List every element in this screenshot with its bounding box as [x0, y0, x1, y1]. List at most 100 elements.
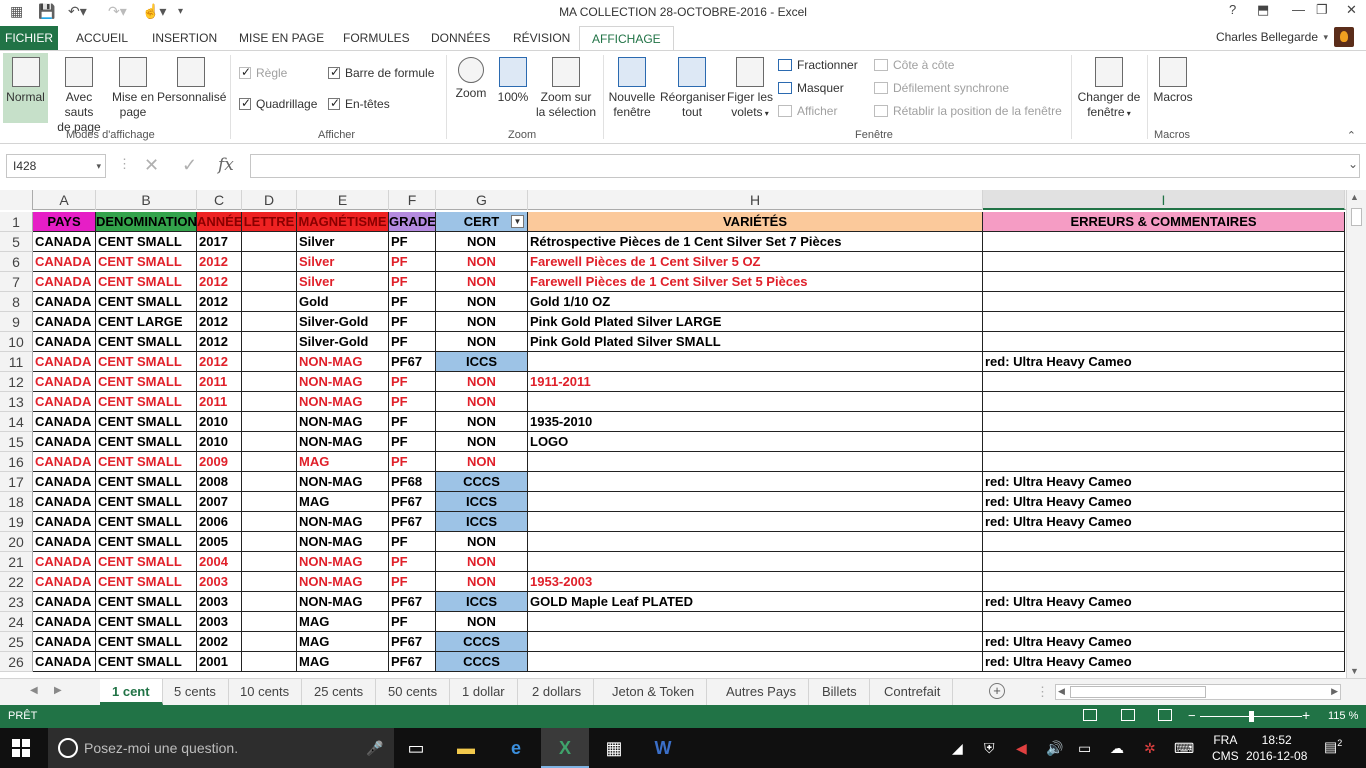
row-header[interactable]: 21 — [0, 552, 33, 572]
antivirus-icon[interactable]: ✲ — [1144, 740, 1156, 757]
cell-erreurs[interactable] — [983, 612, 1345, 632]
cell-varietes[interactable] — [528, 632, 983, 652]
cell-pays[interactable]: CANADA — [33, 532, 96, 552]
cell-varietes[interactable] — [528, 452, 983, 472]
cell-erreurs[interactable] — [983, 432, 1345, 452]
cell-annee[interactable]: 2012 — [197, 352, 242, 372]
cell-magnetisme[interactable]: Silver-Gold — [297, 312, 389, 332]
minimize-button[interactable]: — — [1292, 2, 1305, 17]
cortana-search-box[interactable]: Posez-moi une question. 🎤 — [48, 728, 394, 768]
cell-denomination[interactable]: CENT SMALL — [96, 372, 197, 392]
cell-annee[interactable]: 2012 — [197, 272, 242, 292]
cell-cert[interactable]: NON — [436, 412, 528, 432]
cell-varietes[interactable] — [528, 532, 983, 552]
microphone-icon[interactable]: 🎤 — [366, 740, 383, 757]
cell-lettre[interactable] — [242, 492, 297, 512]
cell-pays[interactable]: CANADA — [33, 612, 96, 632]
tab-fichier[interactable]: FICHIER — [0, 26, 58, 50]
cell-magnetisme[interactable]: NON-MAG — [297, 552, 389, 572]
reset-window-position-button[interactable]: Rétablir la position de la fenêtre — [874, 104, 1062, 118]
row-header[interactable]: 5 — [0, 232, 33, 252]
cell-erreurs[interactable] — [983, 312, 1345, 332]
cell-lettre[interactable] — [242, 632, 297, 652]
tab-affichage[interactable]: AFFICHAGE — [579, 26, 674, 51]
cell-pays[interactable]: CANADA — [33, 632, 96, 652]
cell-annee[interactable]: 2010 — [197, 412, 242, 432]
cell-varietes[interactable]: Gold 1/10 OZ — [528, 292, 983, 312]
formula-input[interactable] — [250, 154, 1360, 178]
file-explorer-icon[interactable]: ▬ — [442, 728, 490, 768]
row-header[interactable]: 14 — [0, 412, 33, 432]
tab-split-grip-icon[interactable]: ⋮ — [1036, 684, 1049, 700]
cell-magnetisme[interactable]: NON-MAG — [297, 432, 389, 452]
sheet-tab[interactable]: Contrefait — [872, 679, 954, 705]
row-header[interactable]: 10 — [0, 332, 33, 352]
headings-checkbox[interactable]: En-têtes — [328, 96, 390, 111]
row-header[interactable]: 20 — [0, 532, 33, 552]
cell-magnetisme[interactable]: NON-MAG — [297, 572, 389, 592]
zoom-button[interactable]: Zoom — [450, 57, 492, 101]
row-header[interactable]: 1 — [0, 212, 33, 232]
network-icon[interactable]: ◢ — [952, 740, 963, 757]
cell-grade[interactable]: PF67 — [389, 492, 436, 512]
cell-denomination[interactable]: CENT SMALL — [96, 492, 197, 512]
cell-erreurs[interactable]: red: Ultra Heavy Cameo — [983, 512, 1345, 532]
cell-magnetisme[interactable]: NON-MAG — [297, 512, 389, 532]
cell-grade[interactable]: PF — [389, 232, 436, 252]
user-avatar[interactable] — [1334, 27, 1354, 47]
cell-magnetisme[interactable]: MAG — [297, 612, 389, 632]
cell-erreurs[interactable] — [983, 292, 1345, 312]
column-header-g[interactable]: G — [436, 190, 528, 210]
cell-pays[interactable]: CANADA — [33, 332, 96, 352]
cell-annee[interactable]: 2009 — [197, 452, 242, 472]
cell-cert[interactable]: NON — [436, 532, 528, 552]
cell-lettre[interactable] — [242, 512, 297, 532]
cell-cert[interactable]: NON — [436, 612, 528, 632]
cell-annee[interactable]: 2005 — [197, 532, 242, 552]
power-icon[interactable]: ▭ — [1078, 740, 1091, 757]
page-break-status-icon[interactable] — [1158, 709, 1172, 721]
cell-varietes[interactable]: 1935-2010 — [528, 412, 983, 432]
row-header[interactable]: 15 — [0, 432, 33, 452]
user-name[interactable]: Charles Bellegarde — [1216, 30, 1318, 44]
cell-magnetisme[interactable]: NON-MAG — [297, 352, 389, 372]
cell-denomination[interactable]: CENT SMALL — [96, 392, 197, 412]
cell-magnetisme[interactable]: Silver — [297, 272, 389, 292]
cell-grade[interactable]: PF — [389, 432, 436, 452]
scroll-up-icon[interactable]: ▲ — [1350, 192, 1359, 202]
cell-varietes[interactable]: Farewell Pièces de 1 Cent Silver 5 OZ — [528, 252, 983, 272]
cell-grade[interactable]: PF — [389, 412, 436, 432]
cell-denomination[interactable]: CENT SMALL — [96, 572, 197, 592]
cell-grade[interactable]: PF — [389, 612, 436, 632]
cell-varietes[interactable]: Pink Gold Plated Silver LARGE — [528, 312, 983, 332]
ribbon-display-options-icon[interactable]: ⬒ — [1257, 2, 1269, 18]
sheet-tab[interactable]: Autres Pays — [714, 679, 810, 705]
start-button[interactable] — [12, 739, 30, 757]
cell-varietes[interactable] — [528, 352, 983, 372]
cell-grade[interactable]: PF — [389, 332, 436, 352]
column-header-h[interactable]: H — [528, 190, 983, 210]
cell-annee[interactable]: 2007 — [197, 492, 242, 512]
cell-lettre[interactable] — [242, 412, 297, 432]
task-view-icon[interactable]: ▭ — [392, 728, 440, 768]
cell-lettre[interactable] — [242, 312, 297, 332]
cell-denomination[interactable]: CENT SMALL — [96, 552, 197, 572]
header-cell-grade[interactable]: GRADE — [389, 212, 436, 232]
cell-cert[interactable]: NON — [436, 392, 528, 412]
cell-pays[interactable]: CANADA — [33, 512, 96, 532]
cell-cert[interactable]: ICCS — [436, 592, 528, 612]
cell-annee[interactable]: 2004 — [197, 552, 242, 572]
cell-magnetisme[interactable]: Silver-Gold — [297, 332, 389, 352]
cell-denomination[interactable]: CENT SMALL — [96, 352, 197, 372]
expand-formula-bar-icon[interactable]: ⌄ — [1348, 157, 1358, 171]
cell-cert[interactable]: CCCS — [436, 632, 528, 652]
cell-denomination[interactable]: CENT SMALL — [96, 452, 197, 472]
cell-pays[interactable]: CANADA — [33, 472, 96, 492]
cell-grade[interactable]: PF — [389, 392, 436, 412]
sheet-tab[interactable]: Billets — [810, 679, 870, 705]
sheet-tab[interactable]: 10 cents — [228, 679, 303, 705]
column-header-c[interactable]: C — [197, 190, 242, 210]
header-cell-annee[interactable]: ANNÉE — [197, 212, 242, 232]
cell-erreurs[interactable] — [983, 232, 1345, 252]
zoom-level[interactable]: 115 % — [1328, 710, 1358, 722]
